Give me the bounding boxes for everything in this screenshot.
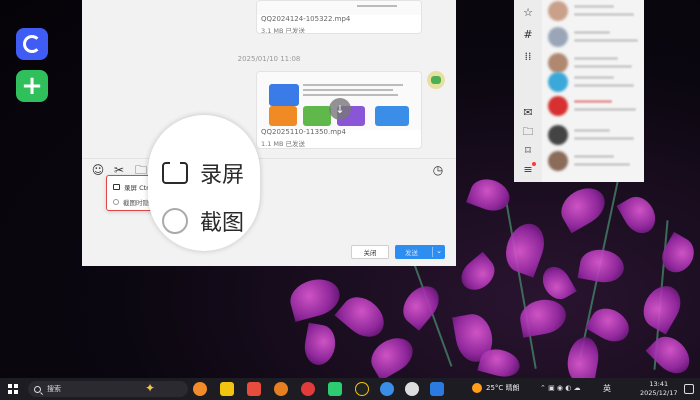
wps-icon[interactable] [247,382,261,396]
file-actions[interactable] [377,25,417,33]
input-method-indicator[interactable]: 英 [603,383,611,394]
notification-icon[interactable] [684,384,694,394]
message-timestamp: 2025/01/10 11:08 [237,55,301,63]
search-placeholder: 搜索 [47,385,61,393]
search-icon [34,385,41,393]
contact-item[interactable] [546,26,644,48]
camera-icon [162,159,188,184]
contact-item[interactable] [546,124,644,146]
weather-widget[interactable]: 25°C 晴朗 [472,383,520,393]
firefox-icon[interactable] [274,382,288,396]
plus-icon: + [21,71,43,101]
hashtag-icon[interactable]: # [521,28,535,42]
file-size: 3.1 MB 已发送 [261,27,306,34]
video-thumbnail [257,1,421,15]
app-icon[interactable] [193,382,207,396]
chevron-down-icon[interactable]: ⌄ [436,247,442,255]
menu-item-label: 截图时隐 [123,199,149,207]
file-name: QQ2025110-11350.mp4 [261,128,346,136]
radio-icon [162,208,188,234]
app-icon[interactable] [328,382,342,396]
contact-item[interactable] [546,95,644,117]
contact-item[interactable] [546,150,644,172]
close-button[interactable]: 关闭 [351,245,389,259]
download-icon[interactable]: ↓ [329,98,351,120]
app-icon[interactable] [380,382,394,396]
star-icon[interactable]: ☆ [521,6,535,20]
zoomed-label: 录屏 [200,163,245,188]
zoom-magnifier: 录屏 截图 [148,115,260,251]
app-icon[interactable] [405,382,419,396]
desktop-app-icon-2[interactable]: + [16,70,48,102]
mail-icon[interactable]: ✉ [521,106,535,120]
camera-icon [113,184,120,190]
notification-dot [532,162,536,166]
taskbar-search[interactable]: 搜索 [28,381,188,397]
sun-icon [472,383,482,393]
menu-item-label: 录屏 Ctrl [124,184,151,192]
file-name: QQ2024124-105322.mp4 [261,15,351,23]
taskbar: 搜索 ✦ 25°C 晴朗 ⌃ ▣ ◉ ◐ ☁ 英 13:41 2025/12/1… [0,378,700,400]
user-avatar[interactable] [427,71,445,89]
weather-text: 25°C 晴朗 [486,384,520,392]
system-tray-icons[interactable]: ⌃ ▣ ◉ ◐ ☁ [540,384,581,392]
send-button[interactable]: 发送 ⌄ [395,245,445,259]
menu-item-hide-window[interactable]: 截图时隐 [113,197,149,207]
radio-icon [113,199,119,205]
file-explorer-icon[interactable] [220,382,234,396]
system-clock[interactable]: 13:41 2025/12/17 [640,380,677,398]
zoomed-label: 截图 [200,211,245,236]
send-label: 发送 [405,249,418,257]
desktop-app-icon-1[interactable] [16,28,48,60]
contact-item[interactable] [546,0,644,22]
message-area: QQ2024124-105322.mp4 3.1 MB 已发送 2025/01/… [82,0,456,155]
app-icon[interactable] [430,382,444,396]
weibo-icon[interactable] [301,382,315,396]
clock-time: 13:41 [649,380,669,388]
file-size: 1.1 MB 已发送 [261,140,306,148]
windows-start-icon[interactable] [8,384,18,394]
clock-date: 2025/12/17 [640,389,678,397]
qq-penguin-icon[interactable] [355,382,369,396]
contact-item[interactable] [546,62,644,92]
contacts-panel: ☆ # ⁞⁞ ✉ 🗀 ⌑ ≡ [514,0,644,182]
apps-grid-icon[interactable]: ⁞⁞ [521,50,535,64]
bookmark-icon[interactable]: ⌑ [521,144,535,158]
history-clock-icon[interactable]: ◷ [431,163,445,177]
chat-window: QQ2024124-105322.mp4 3.1 MB 已发送 2025/01/… [82,0,456,266]
app-logo-icon [23,35,41,53]
emoji-icon[interactable]: ☺ [91,163,105,177]
copilot-sparkle-icon[interactable]: ✦ [145,381,155,395]
zoomed-screenshot-item: 截图 [162,205,244,237]
side-toolbar: ☆ # ⁞⁞ ✉ 🗀 ⌑ ≡ [514,0,542,182]
zoomed-record-item: 录屏 [162,157,244,189]
file-message-card[interactable]: QQ2024124-105322.mp4 3.1 MB 已发送 [256,0,422,34]
folder-icon[interactable]: 🗀 [521,125,535,139]
menu-item-screen-record[interactable]: 录屏 Ctrl [113,182,151,192]
